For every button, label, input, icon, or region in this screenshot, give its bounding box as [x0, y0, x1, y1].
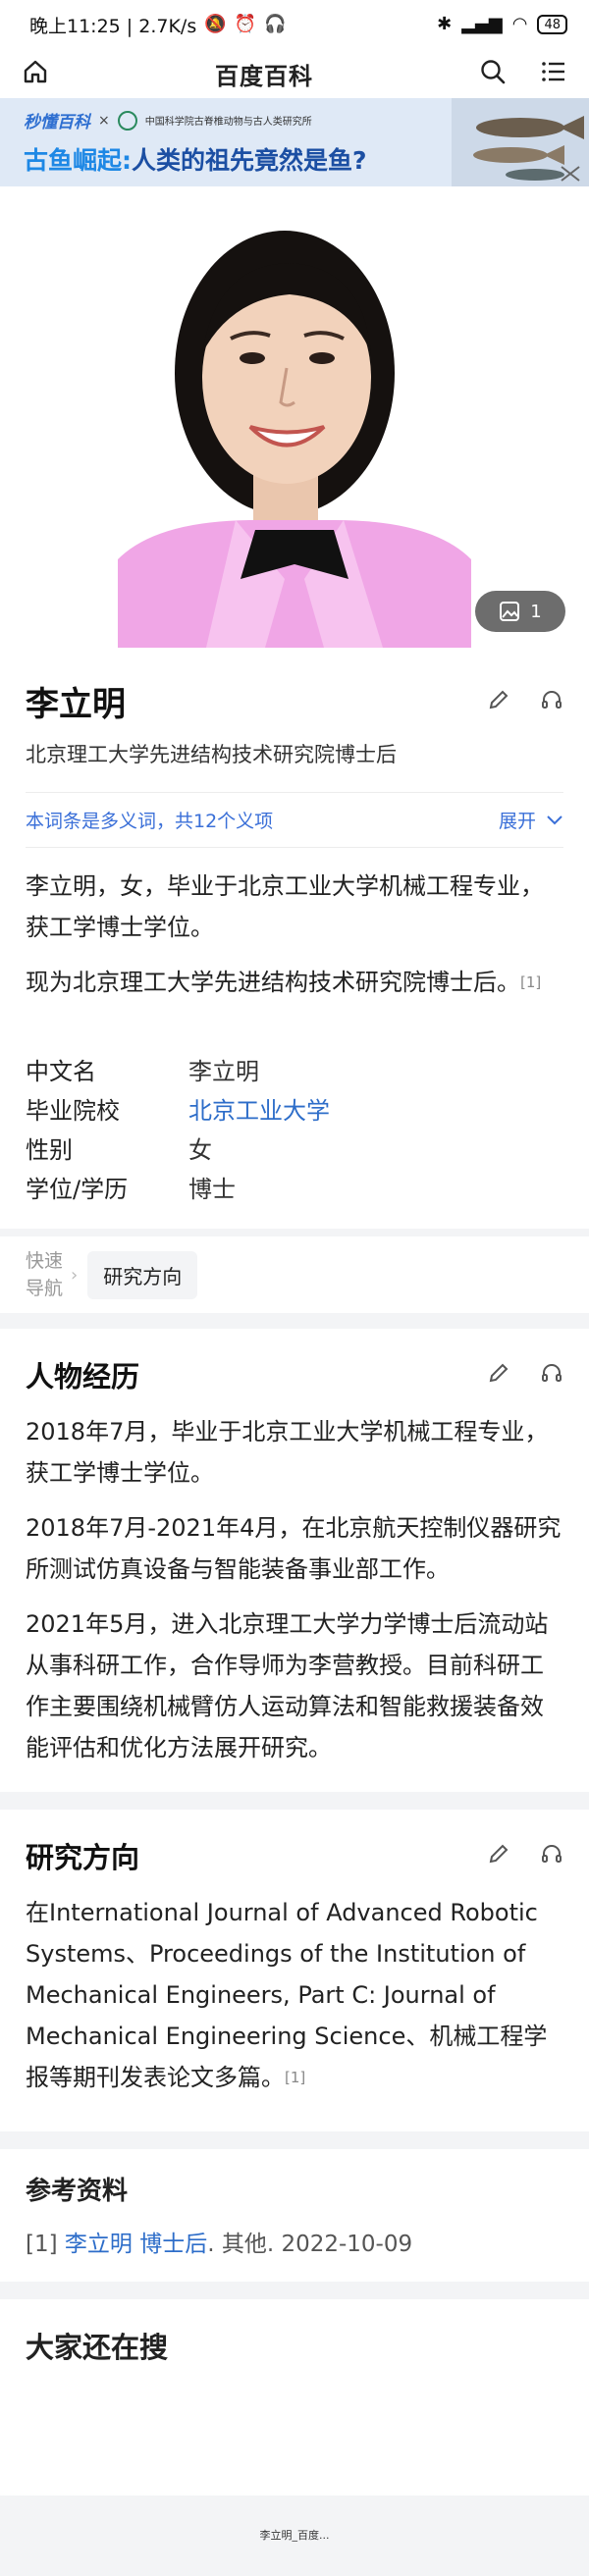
listen-icon[interactable]	[540, 688, 563, 715]
banner-partner: 中国科学院古脊椎动物与古人类研究所	[144, 117, 312, 128]
listen-icon[interactable]	[540, 1842, 563, 1869]
research-section: 研究方向 在International Journal of Advanced …	[0, 1810, 589, 2131]
reference-item: [1] 李立明 博士后. 其他. 2022-10-09	[26, 2232, 413, 2257]
nav-title: 百度百科	[215, 62, 313, 90]
gallery-icon	[500, 602, 520, 621]
photo-area: 1	[0, 186, 589, 667]
home-icon[interactable]	[22, 58, 49, 89]
alarm-icon: ⏰	[234, 14, 257, 34]
quick-nav-chip[interactable]: 研究方向	[87, 1250, 198, 1299]
experience-paragraph: 2021年5月，进入北京理工大学力学博士后流动站从事科研工作，合作导师为李营教授…	[26, 1610, 549, 1761]
album-button[interactable]: 1	[475, 591, 565, 632]
research-paragraph: 在International Journal of Advanced Robot…	[26, 1899, 548, 2091]
section-gap	[0, 2131, 589, 2149]
page: 晚上11:25 | 2.7K/s 🔕 ⏰ 🎧 ✱ ▂▄▆ ◠ 48 百度百科 秒…	[0, 0, 589, 2576]
info-row: 学位/学历 博士	[26, 1176, 236, 1203]
summary-paragraph: 李立明，女，毕业于北京工业大学机械工程专业，获工学博士学位。	[26, 872, 544, 941]
info-row: 毕业院校 北京工业大学	[26, 1091, 563, 1130]
info-row: 中文名 李立明	[26, 1058, 259, 1085]
fish-illustration-icon	[452, 98, 589, 186]
chevron-down-icon	[547, 815, 562, 824]
section-title: 研究方向	[26, 1841, 140, 1874]
experience-paragraph: 2018年7月，毕业于北京工业大学机械工程专业，获工学博士学位。	[26, 1418, 549, 1487]
section-gap	[0, 2282, 589, 2299]
quick-nav-label: 快速导航	[26, 1250, 64, 1299]
section-gap	[0, 1792, 589, 1810]
search-icon[interactable]	[479, 58, 507, 89]
page-title: 李立明	[26, 685, 126, 724]
quick-nav: 快速导航 › 研究方向	[0, 1236, 589, 1313]
infobox: 中文名 李立明 毕业院校 北京工业大学 性别 女 学位/学历 博士	[0, 1003, 589, 1209]
also-search-section: 大家还在搜	[0, 2299, 589, 2496]
status-bar: 晚上11:25 | 2.7K/s 🔕 ⏰ 🎧 ✱ ▂▄▆ ◠ 48	[0, 0, 589, 49]
portrait-photo[interactable]	[118, 206, 471, 648]
menu-icon[interactable]	[540, 58, 567, 89]
mute-icon: 🔕	[204, 14, 227, 34]
listen-icon[interactable]	[540, 1361, 563, 1389]
section-title: 大家还在搜	[26, 2331, 169, 2364]
bluetooth-icon: ✱	[437, 14, 453, 34]
section-title: 人物经历	[26, 1360, 140, 1393]
experience-paragraph: 2018年7月-2021年4月，在北京航天控制仪器研究所测试仿真设备与智能装备事…	[26, 1514, 562, 1583]
references-section: 参考资料 [1] 李立明 博士后. 其他. 2022-10-09	[0, 2149, 589, 2282]
school-link[interactable]: 北京工业大学	[188, 1091, 330, 1130]
album-count: 1	[530, 601, 542, 622]
citation-ref[interactable]: [1]	[285, 2069, 305, 2086]
entry-subtitle: 北京理工大学先进结构技术研究院博士后	[26, 743, 397, 766]
cas-logo-icon	[117, 110, 137, 131]
info-row: 性别 女	[26, 1136, 212, 1164]
headset-icon: 🎧	[264, 14, 287, 34]
reference-link[interactable]: 李立明 博士后	[65, 2232, 207, 2257]
polysemy-text: 本词条是多义词，共12个义项	[26, 811, 274, 832]
miaodong-logo: 秒懂百科	[24, 113, 90, 132]
chevron-right-icon: ›	[71, 1264, 79, 1286]
status-time: 晚上11:25 | 2.7K/s	[29, 15, 197, 37]
promo-banner[interactable]: 秒懂百科 × 中国科学院古脊椎动物与古人类研究所 古鱼崛起:人类的祖先竟然是鱼?	[0, 98, 589, 186]
signal-icon: ▂▄▆	[461, 14, 503, 34]
expand-label[interactable]: 展开	[499, 807, 536, 833]
wifi-icon: ◠	[511, 14, 528, 34]
entry-card: 李立明 北京理工大学先进结构技术研究院博士后 本词条是多义词，共12个义项 展开…	[0, 667, 589, 1229]
banner-headline: 古鱼崛起:人类的祖先竟然是鱼?	[24, 146, 367, 175]
experience-section: 人物经历 2018年7月，毕业于北京工业大学机械工程专业，获工学博士学位。 20…	[0, 1329, 589, 1792]
citation-ref[interactable]: [1]	[520, 973, 541, 991]
summary-paragraph: 现为北京理工大学先进结构技术研究院博士后。[1]	[26, 969, 542, 996]
section-title: 参考资料	[26, 2177, 129, 2206]
section-gap	[0, 1313, 589, 1329]
polysemy-bar[interactable]: 本词条是多义词，共12个义项 展开	[0, 793, 589, 847]
top-nav: 百度百科	[0, 49, 589, 98]
banner-cross: ×	[98, 112, 110, 129]
footer-text: 李立明_百度...	[259, 2529, 330, 2542]
edit-icon[interactable]	[487, 688, 510, 715]
edit-icon[interactable]	[487, 1361, 510, 1389]
battery-icon: 48	[537, 15, 567, 34]
edit-icon[interactable]	[487, 1842, 510, 1869]
